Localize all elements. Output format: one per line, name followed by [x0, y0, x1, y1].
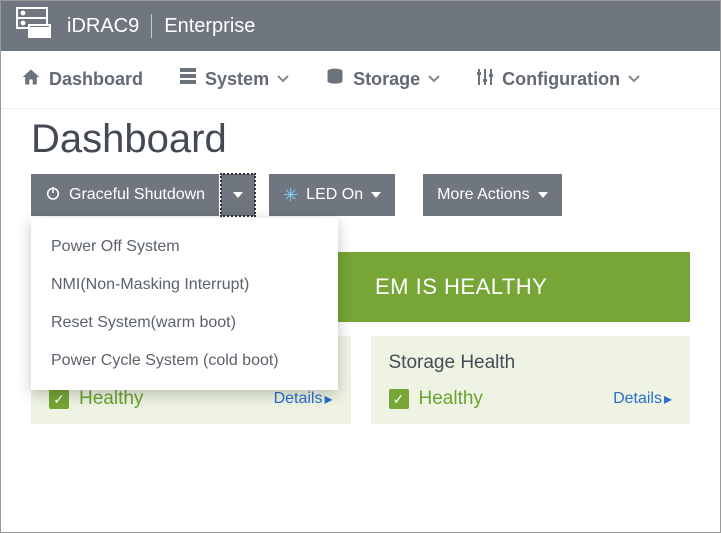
nav-tabs: Dashboard System Storage Configuration [1, 51, 720, 109]
chevron-right-icon: ▸ [324, 389, 332, 409]
shutdown-menu-toggle[interactable] [221, 174, 255, 216]
rack-icon [179, 67, 197, 92]
status-text: Healthy [419, 388, 483, 410]
menu-item-power-cycle[interactable]: Power Cycle System (cold boot) [31, 342, 338, 380]
led-on-button[interactable]: ✳ LED On [269, 174, 395, 216]
chevron-down-icon [628, 69, 640, 90]
details-link[interactable]: Details ▸ [613, 389, 672, 409]
storage-health-card: Storage Health ✓ Healthy Details ▸ [371, 336, 691, 424]
drives-icon [325, 67, 345, 92]
check-icon: ✓ [389, 389, 409, 409]
sliders-icon [476, 67, 494, 92]
menu-item-reset[interactable]: Reset System(warm boot) [31, 304, 338, 342]
button-label: More Actions [437, 186, 529, 204]
menu-item-power-off[interactable]: Power Off System [31, 228, 338, 266]
power-icon [45, 185, 61, 206]
tab-configuration[interactable]: Configuration [476, 67, 640, 92]
tab-label: System [205, 69, 269, 90]
caret-down-icon [233, 192, 243, 198]
status-badge: ✓ Healthy [49, 388, 143, 410]
chevron-down-icon [428, 69, 440, 90]
button-label: LED On [306, 186, 363, 204]
tab-label: Dashboard [49, 69, 143, 90]
brand-tier: Enterprise [164, 15, 255, 38]
home-icon [21, 67, 41, 92]
more-actions-button[interactable]: More Actions [423, 174, 561, 216]
card-title: Storage Health [389, 352, 673, 374]
status-text: Healthy [79, 388, 143, 410]
tab-label: Configuration [502, 69, 620, 90]
details-link[interactable]: Details ▸ [274, 389, 333, 409]
led-icon: ✳ [283, 186, 298, 204]
menu-item-nmi[interactable]: NMI(Non-Masking Interrupt) [31, 266, 338, 304]
button-label: Graceful Shutdown [69, 186, 205, 204]
shutdown-dropdown: Power Off System NMI(Non-Masking Interru… [31, 218, 338, 390]
caret-down-icon [538, 192, 548, 198]
caret-down-icon [371, 192, 381, 198]
page-title: Dashboard [1, 109, 720, 174]
brand-product: iDRAC9 [67, 15, 139, 38]
server-icon [15, 6, 55, 46]
shutdown-button-group: Graceful Shutdown [31, 174, 255, 216]
tab-dashboard[interactable]: Dashboard [21, 67, 143, 92]
tab-storage[interactable]: Storage [325, 67, 440, 92]
chevron-down-icon [277, 69, 289, 90]
banner-text: EM IS HEALTHY [375, 274, 547, 300]
check-icon: ✓ [49, 389, 69, 409]
action-bar: Graceful Shutdown ✳ LED On More Actions … [1, 174, 720, 232]
chevron-right-icon: ▸ [664, 389, 672, 409]
brand-divider [151, 14, 152, 38]
status-badge: ✓ Healthy [389, 388, 483, 410]
brand-bar: iDRAC9 Enterprise [1, 1, 720, 51]
graceful-shutdown-button[interactable]: Graceful Shutdown [31, 174, 219, 216]
tab-system[interactable]: System [179, 67, 289, 92]
tab-label: Storage [353, 69, 420, 90]
